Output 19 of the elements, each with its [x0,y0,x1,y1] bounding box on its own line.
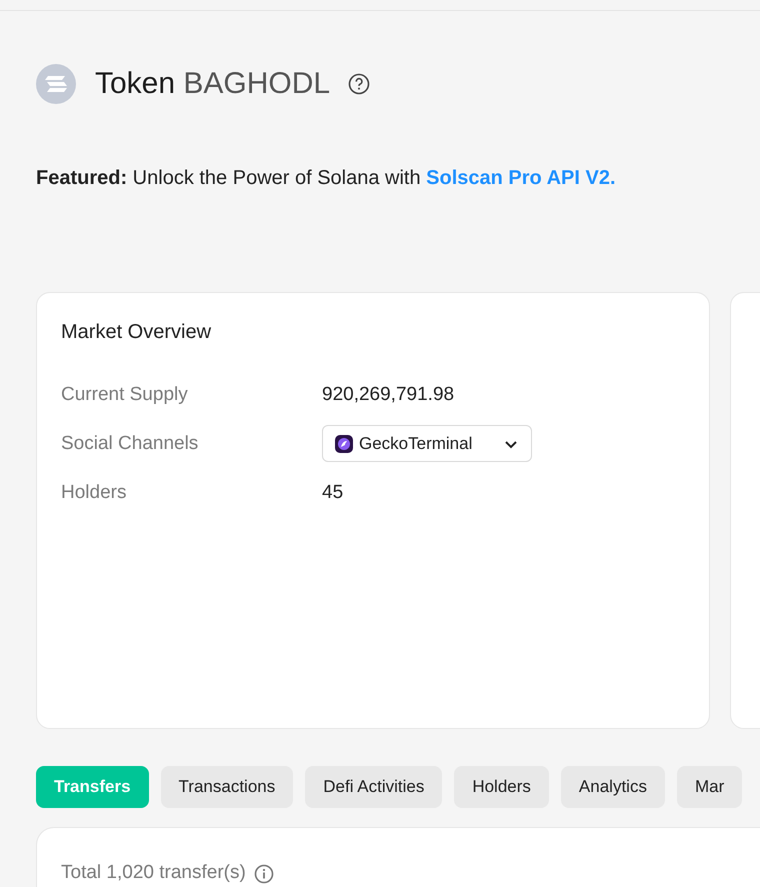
info-icon [254,864,274,884]
help-icon[interactable] [348,73,370,95]
page-title: Token BAGHODL [95,67,330,101]
tab[interactable]: Transactions [160,766,294,808]
field-value: 920,269,791.98 [322,384,456,406]
token-logo-icon [36,64,76,104]
field-label: Current Supply [61,384,189,406]
gecko-icon [335,434,353,452]
field-label: Holders [61,482,128,504]
tab[interactable]: Defi Activities [305,766,442,808]
total-count: Total 1,020 transfer(s) [61,862,246,884]
tab[interactable]: Analytics [560,766,665,808]
tab[interactable]: Holders [454,766,549,808]
field-value: 45 [322,482,344,504]
featured-text: Featured: Unlock the Power of Solana with Solscan Pro API V2. [36,167,616,190]
social-dropdown[interactable]: GeckoTerminal [322,425,532,462]
tab[interactable]: Mar [676,766,742,808]
card-title: Market Overview [61,321,212,344]
field-label: Social Channels [61,432,200,454]
